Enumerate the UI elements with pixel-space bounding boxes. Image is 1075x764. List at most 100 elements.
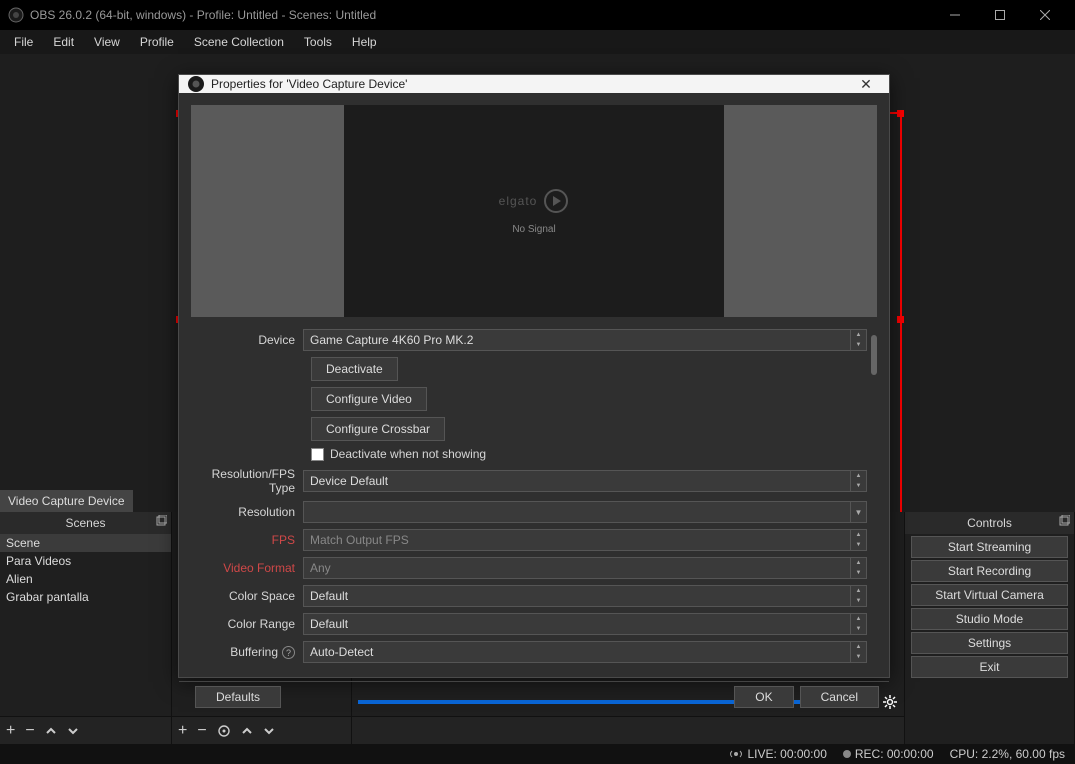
start-recording-button[interactable]: Start Recording xyxy=(911,560,1068,582)
video-format-select[interactable]: Any▲▼ xyxy=(303,557,867,579)
remove-scene-icon[interactable]: − xyxy=(25,722,34,740)
close-button[interactable] xyxy=(1022,0,1067,30)
scenes-dock: Scenes Scene Para Videos Alien Grabar pa… xyxy=(0,512,172,744)
resize-handle[interactable] xyxy=(897,110,904,117)
form-scroll-area: Device Game Capture 4K60 Pro MK.2▲▼ Deac… xyxy=(191,329,877,669)
device-preview: elgato No Signal xyxy=(191,105,877,317)
cpu-text: CPU: 2.2%, 60.00 fps xyxy=(950,747,1065,761)
window-title: OBS 26.0.2 (64-bit, windows) - Profile: … xyxy=(30,8,932,22)
brand-logo: elgato xyxy=(499,188,570,214)
video-format-value: Any xyxy=(310,561,331,575)
resfps-select[interactable]: Device Default▲▼ xyxy=(303,470,867,492)
resize-handle[interactable] xyxy=(897,316,904,323)
obs-icon xyxy=(187,75,205,93)
scenes-title: Scenes xyxy=(65,516,105,530)
scenes-toolbar: + − xyxy=(0,716,171,744)
fps-value: Match Output FPS xyxy=(310,533,409,547)
live-indicator: LIVE: 00:00:00 xyxy=(729,747,826,761)
remove-source-icon[interactable]: − xyxy=(197,722,206,740)
configure-video-button[interactable]: Configure Video xyxy=(311,387,427,411)
add-scene-icon[interactable]: + xyxy=(6,722,15,740)
menu-view[interactable]: View xyxy=(84,31,130,53)
audio-toolbar xyxy=(352,716,904,744)
maximize-button[interactable] xyxy=(977,0,1022,30)
help-icon[interactable]: ? xyxy=(282,646,295,659)
popout-icon[interactable] xyxy=(155,515,167,527)
color-space-label: Color Space xyxy=(191,589,303,603)
move-up-icon[interactable] xyxy=(241,725,253,737)
deactivate-when-not-showing-checkbox[interactable] xyxy=(311,448,324,461)
source-properties-icon[interactable] xyxy=(217,724,231,738)
menu-edit[interactable]: Edit xyxy=(43,31,84,53)
buffering-label: Buffering? xyxy=(191,645,303,660)
rec-indicator: REC: 00:00:00 xyxy=(843,747,934,761)
controls-dock: Controls Start Streaming Start Recording… xyxy=(905,512,1075,744)
controls-body: Start Streaming Start Recording Start Vi… xyxy=(905,534,1074,744)
controls-title: Controls xyxy=(967,516,1012,530)
defaults-button[interactable]: Defaults xyxy=(195,686,281,708)
dialog-title-text: Properties for 'Video Capture Device' xyxy=(211,77,851,91)
move-down-icon[interactable] xyxy=(263,725,275,737)
scenes-list[interactable]: Scene Para Videos Alien Grabar pantalla xyxy=(0,534,171,716)
properties-dialog: Properties for 'Video Capture Device' ✕ … xyxy=(178,74,890,678)
resfps-value: Device Default xyxy=(310,474,388,488)
popout-icon[interactable] xyxy=(1058,515,1070,527)
video-format-label: Video Format xyxy=(191,561,303,575)
sources-toolbar: + − xyxy=(172,716,351,744)
scene-item[interactable]: Scene xyxy=(0,534,171,552)
no-signal-text: No Signal xyxy=(512,224,555,235)
color-space-select[interactable]: Default▲▼ xyxy=(303,585,867,607)
color-range-value: Default xyxy=(310,617,348,631)
scenes-header: Scenes xyxy=(0,512,171,534)
start-streaming-button[interactable]: Start Streaming xyxy=(911,536,1068,558)
menu-file[interactable]: File xyxy=(4,31,43,53)
rec-dot-icon xyxy=(843,750,851,758)
fps-label: FPS xyxy=(191,533,303,547)
scene-item[interactable]: Alien xyxy=(0,570,171,588)
menu-tools[interactable]: Tools xyxy=(294,31,342,53)
selected-source-label: Video Capture Device xyxy=(0,490,133,512)
device-select[interactable]: Game Capture 4K60 Pro MK.2▲▼ xyxy=(303,329,867,351)
start-virtual-camera-button[interactable]: Start Virtual Camera xyxy=(911,584,1068,606)
move-down-icon[interactable] xyxy=(67,725,79,737)
studio-mode-button[interactable]: Studio Mode xyxy=(911,608,1068,630)
deactivate-checkbox-label: Deactivate when not showing xyxy=(330,447,486,461)
cancel-button[interactable]: Cancel xyxy=(800,686,879,708)
resolution-select[interactable]: ▲▼ xyxy=(303,501,867,523)
menu-scene-collection[interactable]: Scene Collection xyxy=(184,31,294,53)
minimize-button[interactable] xyxy=(932,0,977,30)
dialog-close-icon[interactable]: ✕ xyxy=(851,76,881,93)
resolution-label: Resolution xyxy=(191,505,303,519)
fps-select[interactable]: Match Output FPS▲▼ xyxy=(303,529,867,551)
color-range-label: Color Range xyxy=(191,617,303,631)
device-label: Device xyxy=(191,333,303,347)
ok-button[interactable]: OK xyxy=(734,686,793,708)
move-up-icon[interactable] xyxy=(45,725,57,737)
status-bar: LIVE: 00:00:00 REC: 00:00:00 CPU: 2.2%, … xyxy=(0,744,1075,764)
resfps-label: Resolution/FPS Type xyxy=(191,467,303,495)
dialog-footer: Defaults OK Cancel xyxy=(179,681,889,712)
buffering-value: Auto-Detect xyxy=(310,645,373,659)
color-space-value: Default xyxy=(310,589,348,603)
live-text: LIVE: 00:00:00 xyxy=(747,747,826,761)
add-source-icon[interactable]: + xyxy=(178,722,187,740)
menu-bar: File Edit View Profile Scene Collection … xyxy=(0,30,1075,54)
dialog-titlebar[interactable]: Properties for 'Video Capture Device' ✕ xyxy=(179,75,889,93)
exit-button[interactable]: Exit xyxy=(911,656,1068,678)
scene-item[interactable]: Para Videos xyxy=(0,552,171,570)
scene-item[interactable]: Grabar pantalla xyxy=(0,588,171,606)
controls-header: Controls xyxy=(905,512,1074,534)
scrollbar-thumb[interactable] xyxy=(871,335,877,375)
window-titlebar: OBS 26.0.2 (64-bit, windows) - Profile: … xyxy=(0,0,1075,30)
menu-profile[interactable]: Profile xyxy=(130,31,184,53)
settings-button[interactable]: Settings xyxy=(911,632,1068,654)
rec-text: REC: 00:00:00 xyxy=(855,747,934,761)
device-value: Game Capture 4K60 Pro MK.2 xyxy=(310,333,473,347)
brand-text: elgato xyxy=(499,194,538,208)
configure-crossbar-button[interactable]: Configure Crossbar xyxy=(311,417,445,441)
deactivate-button[interactable]: Deactivate xyxy=(311,357,398,381)
obs-icon xyxy=(8,7,24,23)
buffering-select[interactable]: Auto-Detect▲▼ xyxy=(303,641,867,663)
color-range-select[interactable]: Default▲▼ xyxy=(303,613,867,635)
menu-help[interactable]: Help xyxy=(342,31,387,53)
